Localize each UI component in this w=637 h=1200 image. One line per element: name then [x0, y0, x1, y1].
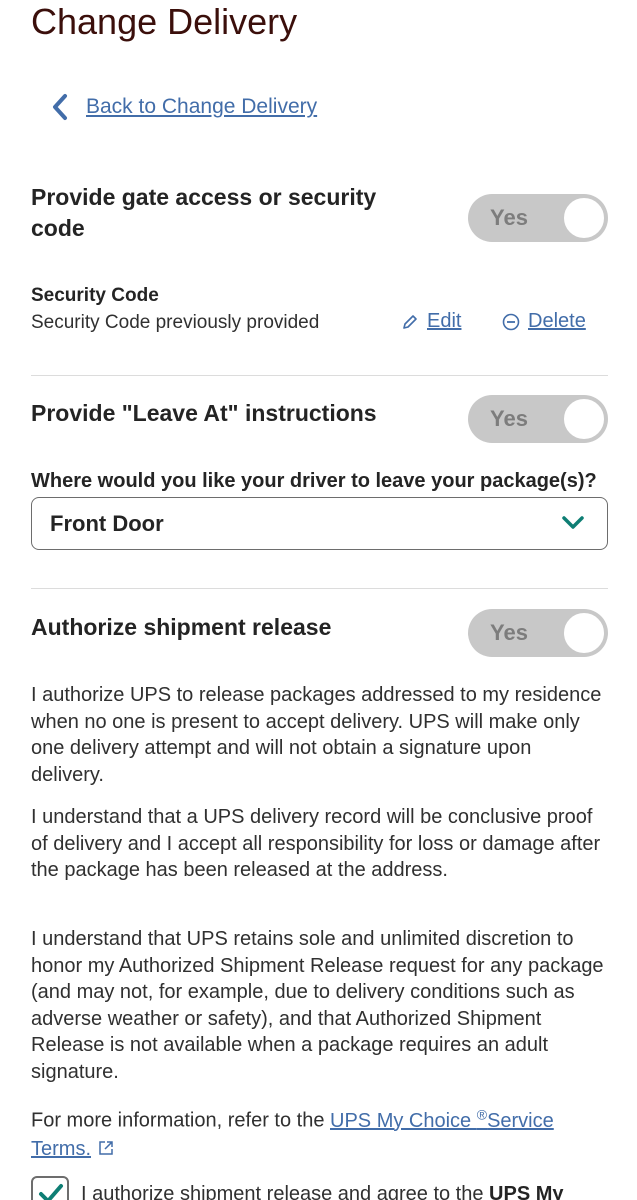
minus-circle-icon [502, 313, 520, 330]
edit-label: Edit [427, 310, 462, 332]
authorize-release-checkbox[interactable] [31, 1176, 69, 1200]
divider [31, 375, 608, 376]
toggle-knob [562, 397, 606, 441]
divider [31, 588, 608, 589]
release-toggle[interactable]: Yes [468, 609, 608, 657]
checkbox-label: I authorize shipment release and agree t… [81, 1183, 564, 1200]
release-title: Authorize shipment release [31, 614, 332, 640]
page-title: Change Delivery [31, 1, 298, 42]
back-to-change-delivery-link[interactable]: Back to Change Delivery [50, 92, 317, 122]
back-link-label: Back to Change Delivery [86, 95, 318, 118]
leave-location-select[interactable]: Front Door [31, 497, 608, 550]
more-info-text: For more information, refer to the UPS M… [31, 1100, 606, 1163]
leave-at-toggle[interactable]: Yes [468, 395, 608, 443]
more-info-prefix: For more information, refer to the [31, 1109, 331, 1132]
pencil-icon [403, 314, 417, 329]
external-link-icon [99, 1140, 113, 1155]
edit-button[interactable]: Edit [401, 310, 461, 333]
release-paragraph-1: I authorize UPS to release packages addr… [31, 684, 602, 786]
security-code-value: Security Code previously provided [31, 312, 320, 333]
toggle-label: Yes [490, 620, 528, 645]
toggle-label: Yes [490, 406, 528, 431]
toggle-label: Yes [490, 205, 528, 230]
delete-label: Delete [528, 310, 586, 332]
toggle-knob [562, 196, 606, 240]
gate-title-line1: Provide gate access or security [31, 184, 377, 210]
chevron-down-icon [562, 516, 584, 529]
leave-at-title: Provide "Leave At" instructions [31, 400, 377, 426]
security-code-label: Security Code [31, 285, 159, 306]
release-paragraph-3: I understand that UPS retains sole and u… [31, 928, 604, 1083]
gate-access-title: Provide gate access or security code [31, 182, 376, 244]
registered-mark: ® [476, 1106, 488, 1122]
checkbox-text-prefix: I authorize shipment release and agree t… [81, 1183, 490, 1200]
release-paragraph-2: I understand that a UPS delivery record … [31, 806, 601, 881]
checkmark-icon [39, 1184, 63, 1200]
delete-button[interactable]: Delete [502, 310, 586, 333]
chevron-left-icon [53, 94, 67, 120]
terms-link-part1: UPS My Choice [330, 1109, 477, 1132]
gate-title-line2: code [31, 215, 85, 241]
checkbox-text-bold: UPS My [489, 1183, 564, 1200]
leave-location-label: Where would you like your driver to leav… [31, 470, 597, 492]
select-value: Front Door [50, 511, 164, 536]
gate-access-toggle[interactable]: Yes [468, 194, 608, 242]
toggle-knob [562, 611, 606, 655]
